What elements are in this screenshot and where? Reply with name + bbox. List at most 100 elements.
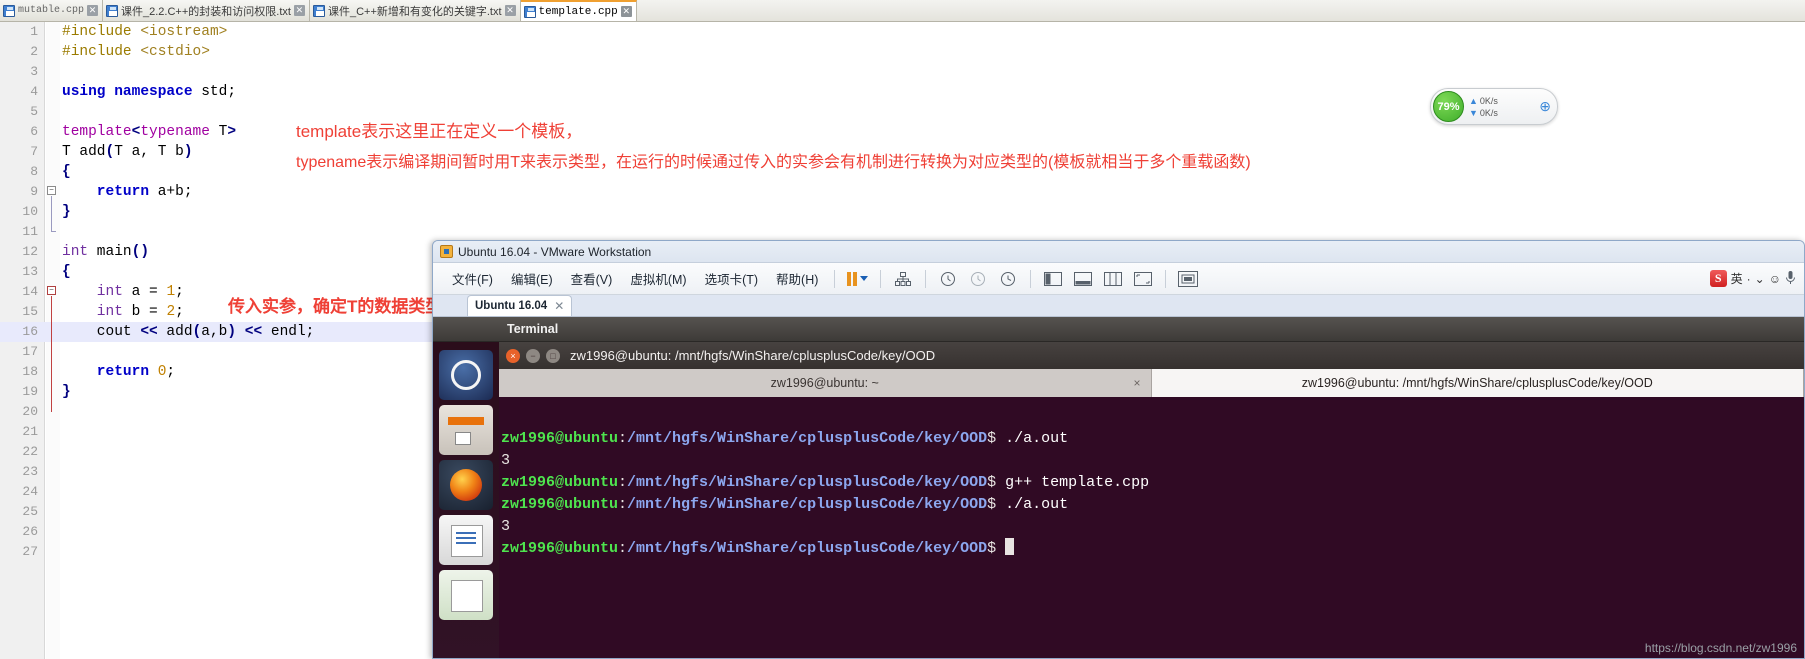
terminal-command — [996, 540, 1005, 557]
editor-tab-3[interactable]: template.cpp ✕ — [520, 0, 637, 21]
line-number: 20 — [22, 404, 38, 419]
terminal-window-title: zw1996@ubuntu: /mnt/hgfs/WinShare/cplusp… — [570, 348, 936, 363]
launcher-writer-icon[interactable] — [439, 515, 493, 565]
view-console-icon[interactable] — [1072, 269, 1094, 289]
editor-tab-bar: mutable.cpp ✕ 课件_2.2.C++的封装和访问权限.txt ✕ 课件_C+… — [0, 0, 1805, 22]
unity-panel-title: Terminal — [507, 322, 559, 336]
launcher-calc-icon[interactable] — [439, 570, 493, 620]
vmware-title-bar: Ubuntu 16.04 - VMware Workstation — [433, 241, 1804, 263]
code-text: { — [62, 264, 71, 280]
close-icon[interactable]: × — [506, 348, 520, 363]
editor-tab-1[interactable]: 课件_2.2.C++的封装和访问权限.txt ✕ — [103, 0, 310, 21]
snapshot-manager-icon[interactable] — [967, 269, 989, 289]
snapshot-take-icon[interactable] — [997, 269, 1019, 289]
vmware-workstation-window[interactable]: Ubuntu 16.04 - VMware Workstation 文件(F) 编… — [432, 240, 1805, 659]
ime-tray[interactable]: S 英 · ⌄ ☺ — [1709, 270, 1804, 288]
line-number: 11 — [22, 224, 38, 239]
snapshot-back-icon[interactable] — [937, 269, 959, 289]
terminal-title-bar: × − □ zw1996@ubuntu: /mnt/hgfs/WinShare/… — [499, 342, 1804, 369]
terminal-output[interactable]: zw1996@ubuntu:/mnt/hgfs/WinShare/cpluspl… — [499, 425, 1804, 658]
fold-box-line8[interactable]: − — [47, 186, 56, 195]
editor-tab-2[interactable]: 课件_C++新增和有变化的关键字.txt ✕ — [309, 0, 521, 21]
terminal-command: ./a.out — [996, 430, 1069, 447]
vm-menu-item-5[interactable]: 帮助(H) — [767, 266, 827, 291]
unity-mode-icon[interactable] — [1177, 269, 1199, 289]
terminal-tab-label: zw1996@ubuntu: /mnt/hgfs/WinShare/cplusp… — [1301, 376, 1653, 390]
terminal-prompt-symbol: $ — [987, 496, 997, 513]
terminal-line: zw1996@ubuntu:/mnt/hgfs/WinShare/cpluspl… — [501, 428, 1804, 450]
terminal-tab-1[interactable]: zw1996@ubuntu: /mnt/hgfs/WinShare/cplusp… — [1151, 369, 1804, 397]
line-number: 5 — [30, 104, 38, 119]
close-icon[interactable]: ✕ — [293, 5, 305, 16]
close-icon[interactable]: ✕ — [504, 5, 516, 16]
code-line[interactable]: 1 #include <iostream> — [0, 22, 1805, 42]
minimize-icon[interactable]: − — [526, 348, 540, 363]
vm-menu-item-2[interactable]: 查看(V) — [562, 266, 622, 291]
vm-tab-label: Ubuntu 16.04 — [475, 300, 548, 312]
chevron-down-icon[interactable] — [860, 276, 869, 281]
maximize-icon[interactable]: □ — [546, 348, 560, 363]
network-icon[interactable] — [892, 269, 914, 289]
terminal-tab-0[interactable]: zw1996@ubuntu: ~ × — [499, 369, 1152, 397]
vmware-menu-items[interactable]: 文件(F) 编辑(E) 查看(V) 虚拟机(M) 选项卡(T) 帮助(H) — [443, 266, 827, 291]
editor-tab-0[interactable]: mutable.cpp ✕ — [0, 0, 104, 21]
view-fullscreen-icon[interactable] — [1132, 269, 1154, 289]
code-line[interactable]: 3 — [0, 62, 1805, 82]
pause-vm-button[interactable] — [842, 271, 873, 286]
code-line[interactable]: 9 return a+b; — [0, 182, 1805, 202]
vm-menu-item-3[interactable]: 虚拟机(M) — [621, 266, 695, 291]
launcher-ubuntu-dash-icon[interactable] — [439, 350, 493, 400]
ime-mic-icon[interactable] — [1785, 270, 1796, 288]
line-number: 15 — [22, 304, 38, 319]
code-line[interactable]: 11 — [0, 222, 1805, 242]
ime-chevron-icon[interactable]: ⌄ — [1755, 272, 1765, 286]
fold-line-main — [51, 296, 52, 412]
close-icon[interactable]: ✕ — [87, 5, 99, 16]
editor-tab-label: 课件_C++新增和有变化的关键字.txt — [327, 5, 502, 18]
fold-line-func-add-end — [51, 231, 56, 232]
vm-tab-ubuntu[interactable]: Ubuntu 16.04 ✕ — [467, 295, 573, 316]
close-icon[interactable]: × — [1133, 376, 1140, 390]
ime-smiley-icon[interactable]: ☺ — [1769, 272, 1781, 286]
terminal-line: zw1996@ubuntu:/mnt/hgfs/WinShare/cpluspl… — [501, 494, 1804, 516]
vm-menu-item-1[interactable]: 编辑(E) — [502, 266, 562, 291]
line-number: 22 — [22, 444, 38, 459]
terminal-cursor — [1005, 538, 1015, 555]
guest-os-screen[interactable]: Terminal × − □ zw1996@ubuntu: /mnt/hgfs/… — [433, 317, 1804, 658]
vm-menu-item-0[interactable]: 文件(F) — [443, 266, 502, 291]
sogou-ime-icon[interactable]: S — [1709, 270, 1727, 287]
vm-menu-item-4[interactable]: 选项卡(T) — [696, 266, 767, 291]
close-icon[interactable]: ✕ — [554, 299, 564, 313]
watermark: https://blog.csdn.net/zw1996 — [1644, 641, 1797, 655]
unity-launcher[interactable] — [433, 342, 499, 658]
ime-mode-label[interactable]: 英 — [1731, 270, 1743, 287]
code-text: int b = 2; — [62, 304, 184, 320]
vmware-menu-bar[interactable]: 文件(F) 编辑(E) 查看(V) 虚拟机(M) 选项卡(T) 帮助(H) S … — [433, 263, 1804, 295]
code-text: cout << add(a,b) << endl; — [62, 324, 315, 340]
terminal-window[interactable]: × − □ zw1996@ubuntu: /mnt/hgfs/WinShare/… — [499, 342, 1804, 658]
line-number: 4 — [30, 84, 38, 99]
view-sidebar-icon[interactable] — [1042, 269, 1064, 289]
expand-icon[interactable]: ⊕ — [1539, 98, 1551, 115]
terminal-path: /mnt/hgfs/WinShare/cplusplusCode/key/OOD — [627, 540, 988, 557]
line-number: 8 — [30, 164, 38, 179]
annotation-typename-keyword: typename表示编译期间暂时用T来表示类型，在运行的时候通过传入的实参会有机… — [296, 154, 1251, 171]
launcher-files-icon[interactable] — [439, 405, 493, 455]
launcher-firefox-icon[interactable] — [439, 460, 493, 510]
code-text: return 0; — [62, 364, 176, 380]
terminal-line: 3 — [501, 450, 1804, 472]
code-text: return a+b; — [62, 184, 193, 200]
vm-tab-strip[interactable]: Ubuntu 16.04 ✕ — [433, 295, 1804, 317]
line-number: 18 — [22, 364, 38, 379]
code-line[interactable]: 2 #include <cstdio> — [0, 42, 1805, 62]
fold-box-line13[interactable]: − — [47, 286, 56, 295]
code-line[interactable]: 6 template<typename T> — [0, 122, 1805, 142]
view-multi-icon[interactable] — [1102, 269, 1124, 289]
menu-divider — [834, 269, 836, 288]
close-icon[interactable]: ✕ — [620, 6, 632, 17]
terminal-tab-label: zw1996@ubuntu: ~ — [770, 376, 879, 390]
code-line[interactable]: 10} — [0, 202, 1805, 222]
network-speed-widget[interactable]: 79% ▲ 0K/s ▼ 0K/s ⊕ — [1430, 88, 1558, 125]
terminal-tab-strip[interactable]: zw1996@ubuntu: ~ × zw1996@ubuntu: /mnt/hgf… — [499, 369, 1804, 397]
pause-icon — [847, 271, 858, 286]
